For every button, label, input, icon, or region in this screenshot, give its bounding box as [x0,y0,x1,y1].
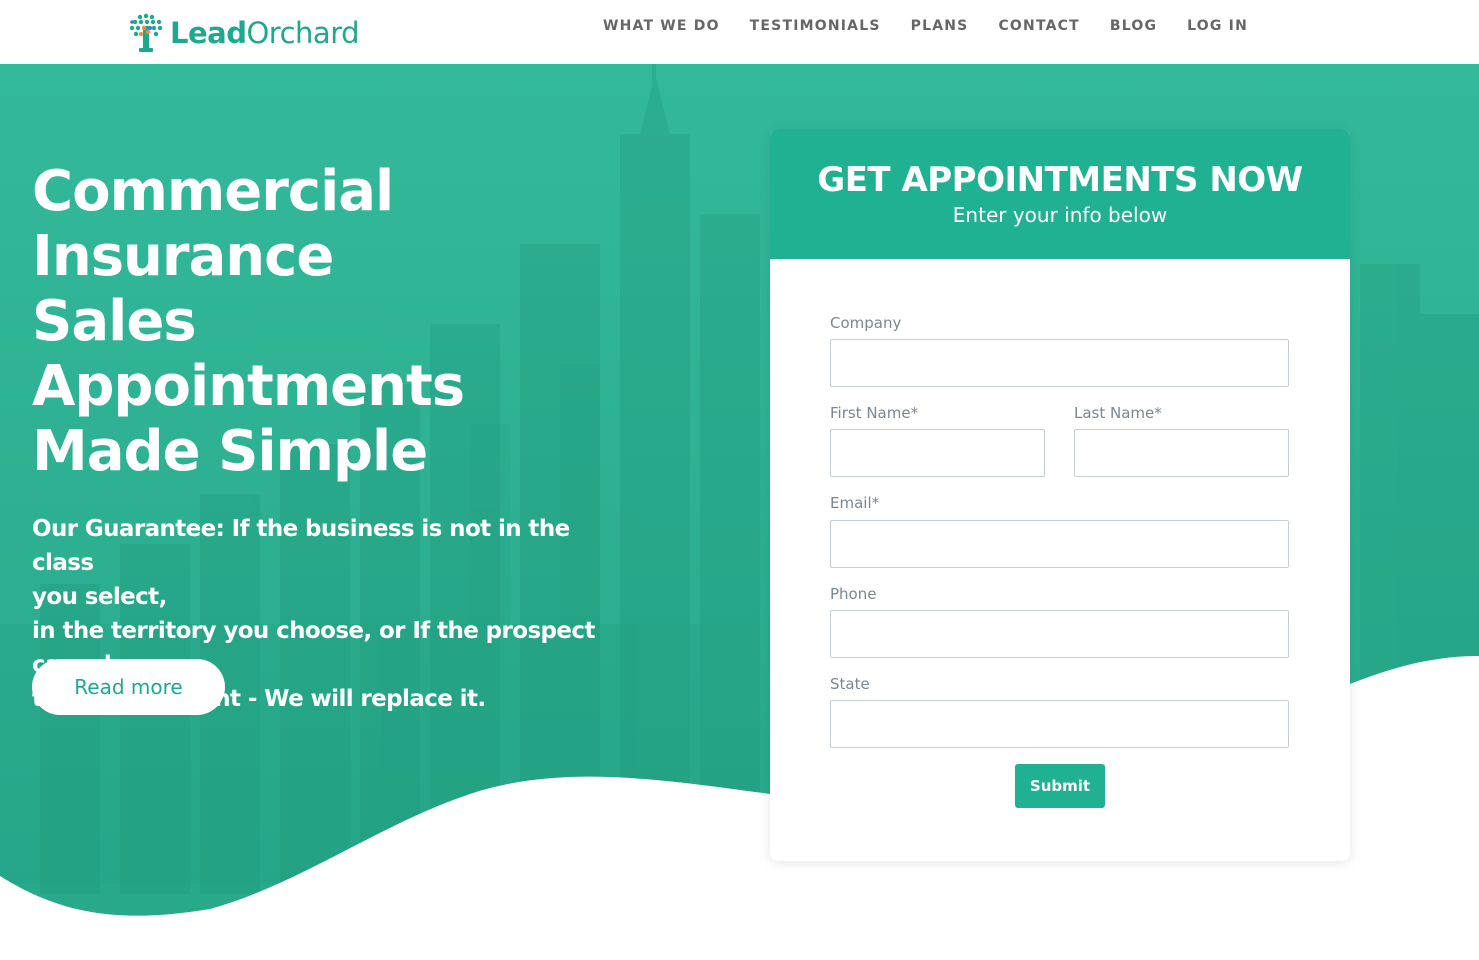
first-name-label: First Name* [830,404,919,422]
hero-title-line: Commercial [32,159,394,224]
logo-text-lead: Lead [170,15,247,50]
logo-text-orchard: Orchard [246,15,360,50]
last-name-field[interactable] [1074,429,1289,477]
state-label: State [830,675,870,693]
first-name-field[interactable] [830,429,1045,477]
form-title: GET APPOINTMENTS NOW [817,160,1303,200]
email-field[interactable] [830,520,1289,568]
phone-field[interactable] [830,610,1289,658]
company-field[interactable] [830,339,1289,387]
nav-contact[interactable]: CONTACT [998,18,1079,34]
hero-title-line: Sales Appointments [32,289,465,419]
form-header: GET APPOINTMENTS NOW Enter your info bel… [770,129,1350,259]
logo[interactable]: LeadOrchard [126,12,360,54]
site-header: LeadOrchard WHAT WE DO TESTIMONIALS PLAN… [0,0,1479,64]
hero-title: Commercial Insurance Sales Appointments … [32,159,622,484]
read-more-button[interactable]: Read more [32,659,225,715]
guarantee-line: in the territory you choose, or If the p… [32,618,595,644]
nav-log-in[interactable]: LOG IN [1187,18,1248,34]
state-field[interactable] [830,700,1289,748]
form-subtitle: Enter your info below [952,203,1168,227]
tree-icon [129,13,163,52]
nav-plans[interactable]: PLANS [911,18,969,34]
appointment-form-card: GET APPOINTMENTS NOW Enter your info bel… [770,129,1350,861]
logo-wordmark: LeadOrchard [170,15,360,50]
guarantee-line: you select, [32,584,167,610]
nav-what-we-do[interactable]: WHAT WE DO [603,18,720,34]
email-label: Email* [830,494,880,512]
submit-button[interactable]: Submit [1015,764,1105,808]
main-nav: WHAT WE DO TESTIMONIALS PLANS CONTACT BL… [603,18,1248,34]
hero-title-line: Made Simple [32,419,428,484]
nav-blog[interactable]: BLOG [1110,18,1157,34]
guarantee-line: Our Guarantee: If the business is not in… [32,516,570,576]
hero-title-line: Insurance [32,224,334,289]
hero-copy: Commercial Insurance Sales Appointments … [32,159,622,716]
nav-testimonials[interactable]: TESTIMONIALS [750,18,881,34]
company-label: Company [830,314,902,332]
last-name-label: Last Name* [1074,404,1162,422]
phone-label: Phone [830,585,877,603]
